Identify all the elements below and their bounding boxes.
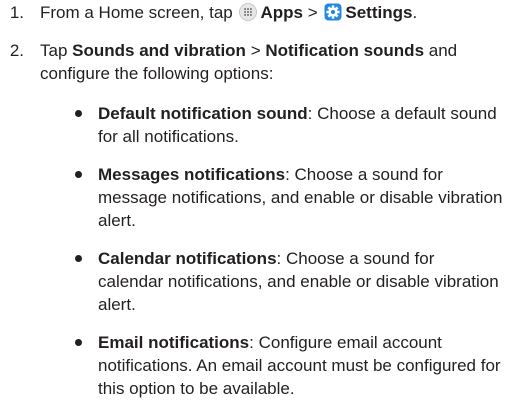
instructions-page: 1. From a Home screen, tap Apps > Settin… [0, 0, 505, 413]
apps-grid-icon [239, 3, 258, 21]
settings-label: Settings [345, 3, 413, 22]
bullet-dot [75, 171, 82, 178]
bullet-dot [75, 255, 82, 262]
path-separator: > [307, 3, 318, 22]
step-prefix: Tap [40, 41, 68, 60]
option-text: Messages notifications: Choose a sound f… [98, 163, 503, 232]
option-term: Email notifications [98, 333, 250, 352]
bullet-dot [75, 339, 82, 346]
option-text: Email notifications: Configure email acc… [98, 331, 503, 400]
bullet-dot [75, 110, 82, 117]
option-text: Default notification sound: Choose a def… [98, 102, 503, 148]
step-suffix: . [412, 3, 418, 22]
apps-label: Apps [260, 3, 303, 22]
option-term: Default notification sound [98, 104, 308, 123]
settings-gear-icon [324, 3, 342, 21]
option-term: Messages notifications [98, 165, 286, 184]
path-separator: > [250, 41, 261, 60]
step-prefix: From a Home screen, tap [40, 3, 233, 22]
step-text: Tap Sounds and vibration > Notification … [40, 39, 505, 85]
notification-sounds-label: Notification sounds [265, 41, 425, 60]
option-term: Calendar notifications [98, 249, 277, 268]
step-text: From a Home screen, tap Apps > Settings. [40, 1, 505, 24]
step-number: 1. [9, 3, 24, 22]
sounds-vibration-label: Sounds and vibration [72, 41, 246, 60]
option-text: Calendar notifications: Choose a sound f… [98, 247, 503, 316]
step-number: 2. [9, 41, 24, 60]
